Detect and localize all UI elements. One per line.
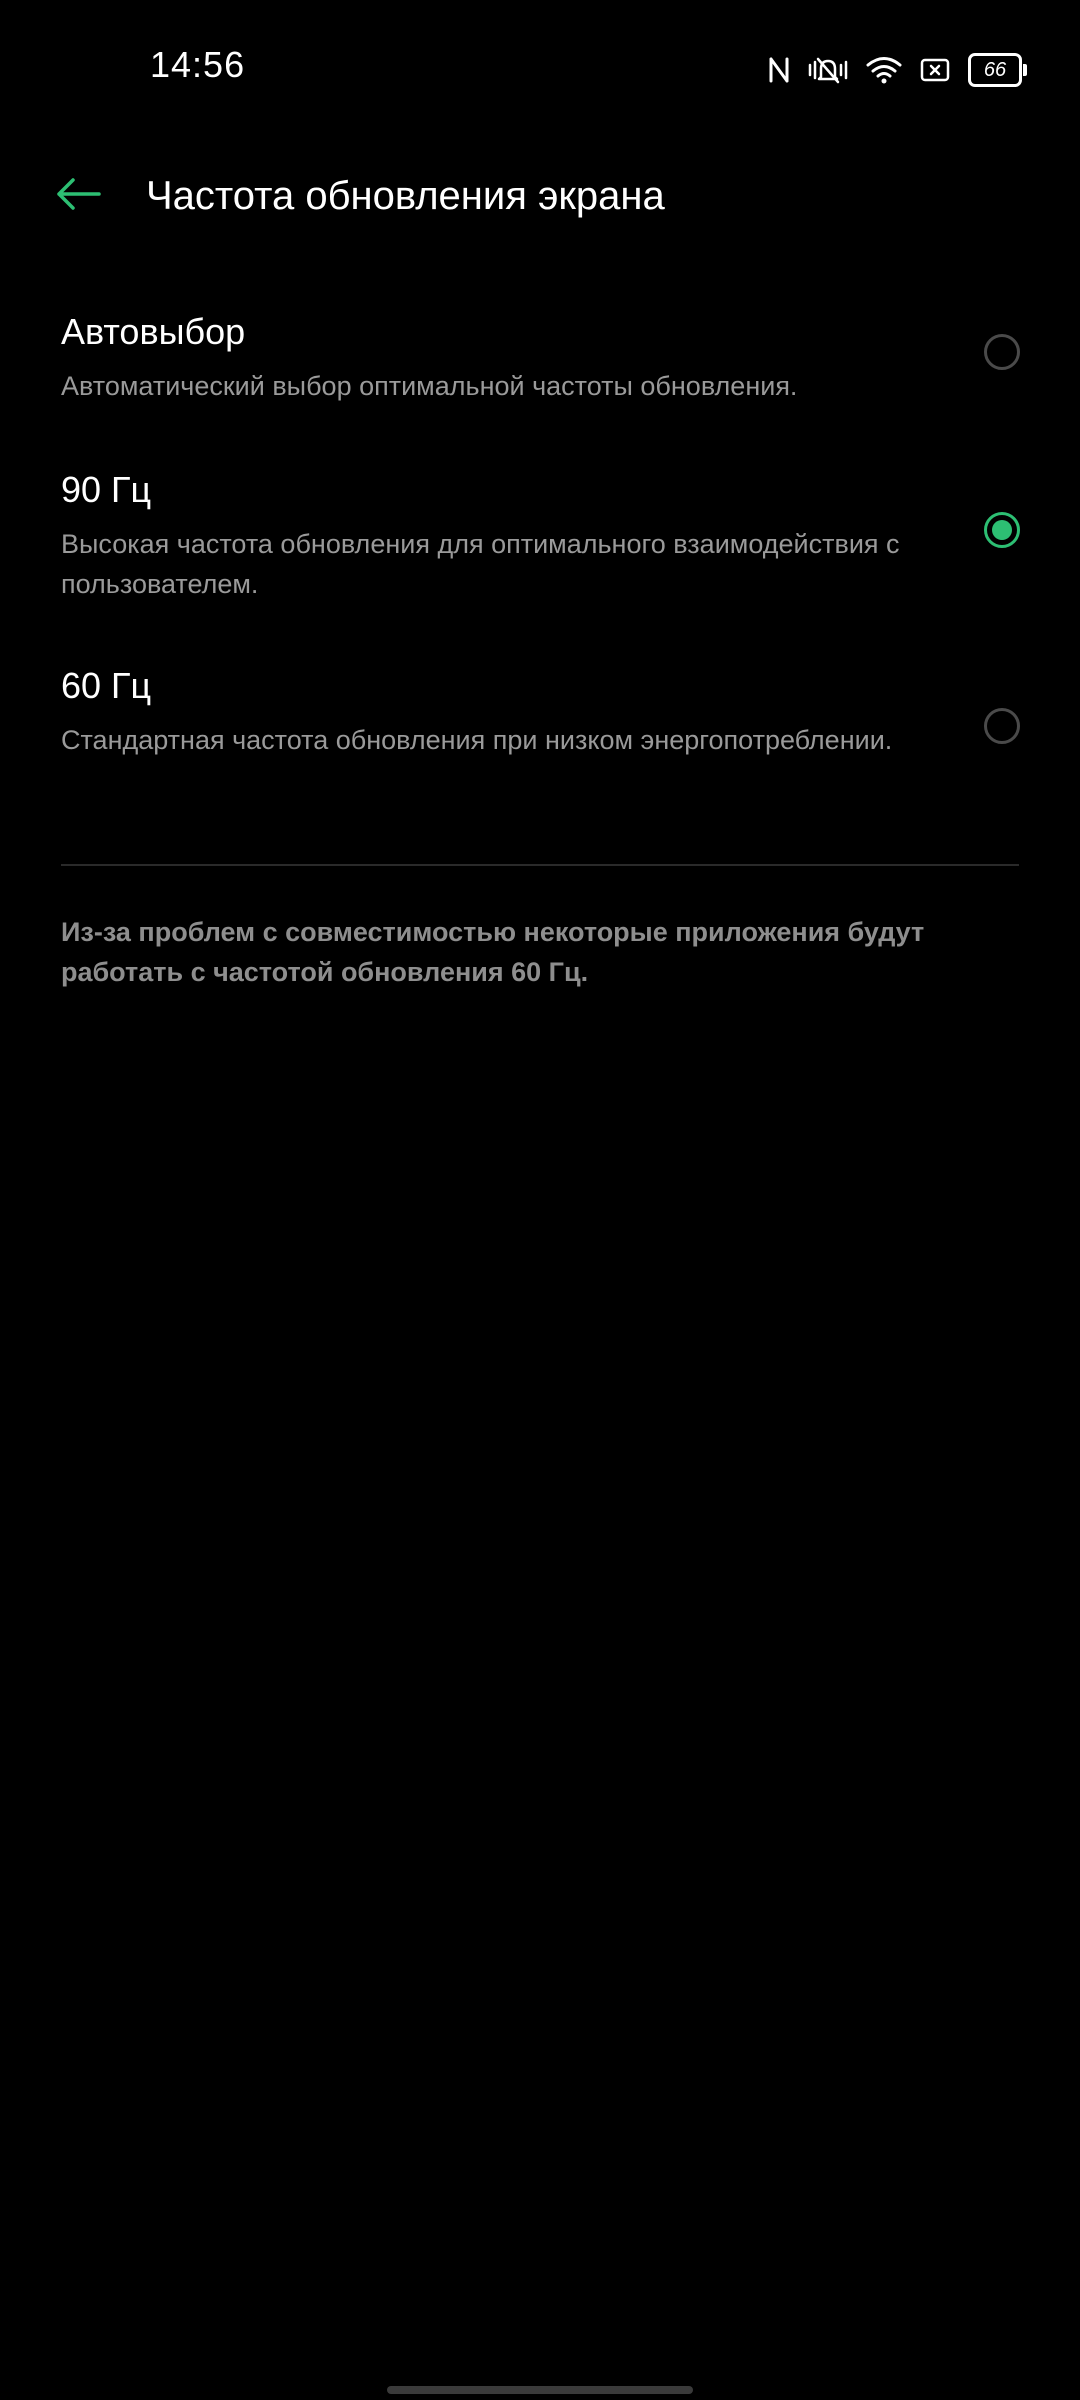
radio-button-60hz[interactable] [984,708,1020,744]
sim-icon [920,56,950,84]
status-icons: 66 [768,52,1027,88]
option-title: 60 Гц [61,665,152,706]
option-60hz[interactable]: 60 Гц Стандартная частота обновления при… [0,644,1080,840]
option-description: Высокая частота обновления для оптимальн… [61,529,900,599]
back-arrow-icon [55,177,101,216]
option-auto[interactable]: Автовыбор Автоматический выбор оптимальн… [0,290,1080,448]
vibrate-mute-icon [808,55,848,85]
back-button[interactable] [44,162,112,230]
wifi-icon [866,55,902,85]
app-bar: Частота обновления экрана [0,150,1080,242]
option-title: 90 Гц [61,469,152,510]
option-title: Автовыбор [61,311,246,352]
battery-icon: 66 [968,53,1027,87]
option-description: Автоматический выбор оптимальной частоты… [61,371,798,401]
status-time: 14:56 [150,44,246,85]
navigation-gesture-bar[interactable] [387,2386,693,2394]
divider [61,864,1019,866]
status-bar: 14:56 66 [0,0,1080,136]
radio-button-90hz[interactable] [984,512,1020,548]
radio-button-auto[interactable] [984,334,1020,370]
nfc-icon [768,55,790,85]
refresh-rate-options: Автовыбор Автоматический выбор оптимальн… [0,290,1080,840]
option-description: Стандартная частота обновления при низко… [61,725,893,755]
page-title: Частота обновления экрана [146,174,665,218]
compatibility-note: Из-за проблем с совместимостью некоторые… [61,917,925,987]
option-90hz[interactable]: 90 Гц Высокая частота обновления для опт… [0,448,1080,644]
